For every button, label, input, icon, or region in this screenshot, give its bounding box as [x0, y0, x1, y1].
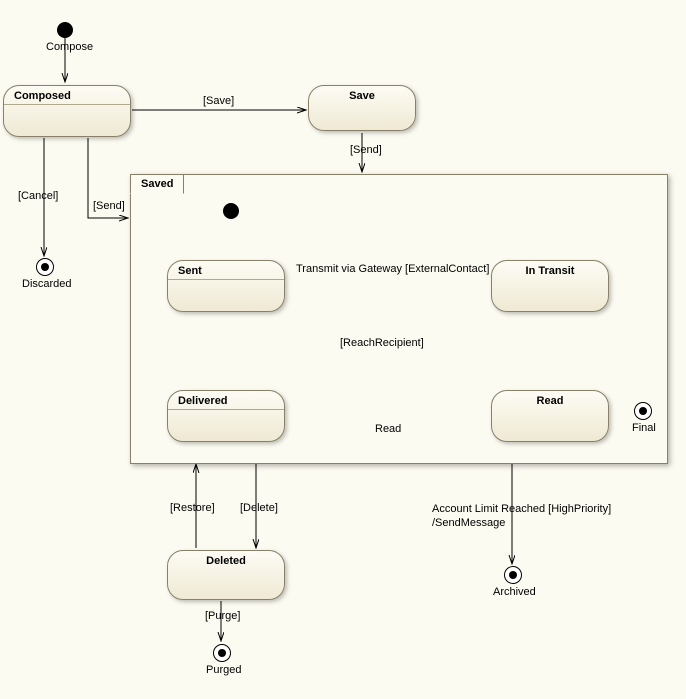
- state-save-title: Save: [309, 86, 415, 104]
- state-sent-title: Sent: [168, 261, 284, 280]
- state-deleted[interactable]: Deleted: [167, 550, 285, 600]
- initial-node: [57, 22, 73, 38]
- final-read: [634, 402, 652, 420]
- transition-transmit-label: Transmit via Gateway [ExternalContact]: [296, 263, 489, 275]
- transition-cancel-label: [Cancel]: [18, 190, 58, 202]
- state-sent[interactable]: Sent: [167, 260, 285, 312]
- transition-send-from-composed-label: [Send]: [93, 200, 125, 212]
- state-delivered[interactable]: Delivered: [167, 390, 285, 442]
- final-archived-label: Archived: [493, 586, 536, 598]
- final-archived: [504, 566, 522, 584]
- state-save[interactable]: Save: [308, 85, 416, 131]
- final-purged-label: Purged: [206, 664, 241, 676]
- state-deleted-title: Deleted: [168, 551, 284, 569]
- transition-reach-label: [ReachRecipient]: [340, 337, 424, 349]
- saved-initial-node: [223, 203, 239, 219]
- initial-label: Compose: [46, 41, 93, 53]
- state-composed-title: Composed: [4, 86, 130, 105]
- transition-restore-label: [Restore]: [170, 502, 215, 514]
- final-read-label: Final: [632, 422, 656, 434]
- state-delivered-title: Delivered: [168, 391, 284, 410]
- transition-purge-label: [Purge]: [205, 610, 240, 622]
- final-discarded: [36, 258, 54, 276]
- state-composed[interactable]: Composed: [3, 85, 131, 137]
- transition-save-label: [Save]: [203, 95, 234, 107]
- transition-read-label: Read: [375, 423, 401, 435]
- transition-send-from-save-label: [Send]: [350, 144, 382, 156]
- state-intransit-title: In Transit: [492, 261, 608, 279]
- transition-delete-label: [Delete]: [240, 502, 278, 514]
- state-machine-diagram: Compose Composed Save [Save] [Send] [Can…: [0, 0, 686, 699]
- state-saved-title: Saved: [130, 174, 184, 194]
- state-read[interactable]: Read: [491, 390, 609, 442]
- state-intransit[interactable]: In Transit: [491, 260, 609, 312]
- state-read-title: Read: [492, 391, 608, 409]
- transition-account-label: Account Limit Reached [HighPriority] /Se…: [432, 502, 611, 531]
- final-discarded-label: Discarded: [22, 278, 72, 290]
- final-purged: [213, 644, 231, 662]
